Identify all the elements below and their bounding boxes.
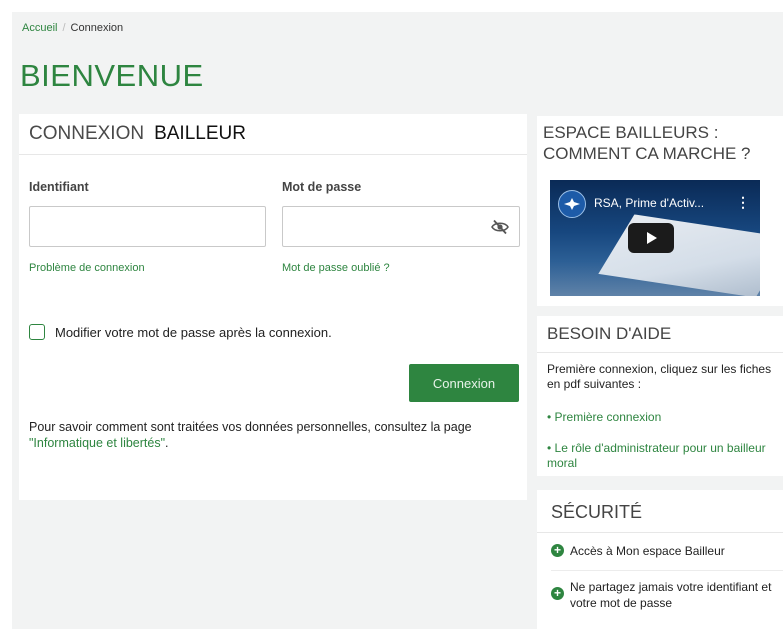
besoin-aide-panel: BESOIN D'AIDE Première connexion, clique… bbox=[537, 316, 783, 476]
modifier-mot-de-passe-checkbox[interactable] bbox=[29, 324, 45, 340]
securite-item: + Accès à Mon espace Bailleur bbox=[551, 543, 725, 559]
plus-circle-icon: + bbox=[551, 544, 564, 557]
plus-circle-icon: + bbox=[551, 587, 564, 600]
privacy-text: Pour savoir comment sont traitées vos do… bbox=[29, 420, 472, 434]
securite-title: SÉCURITÉ bbox=[537, 490, 783, 533]
video-title[interactable]: RSA, Prime d'Activ... bbox=[594, 196, 704, 210]
login-card: CONNEXION BAILLEUR Identifiant Problème d… bbox=[19, 114, 527, 500]
mot-de-passe-label: Mot de passe bbox=[282, 180, 362, 194]
privacy-end: . bbox=[165, 436, 169, 450]
probleme-connexion-link[interactable]: Problème de connexion bbox=[29, 262, 145, 274]
page: Accueil / Connexion BIENVENUE CONNEXION BAI… bbox=[12, 12, 783, 629]
securite-divider bbox=[551, 570, 783, 571]
identifiant-input[interactable] bbox=[30, 207, 265, 246]
login-title-bailleur: BAILLEUR bbox=[154, 123, 246, 144]
securite-item: + Ne partagez jamais votre identifiant e… bbox=[551, 579, 779, 611]
login-card-header: CONNEXION BAILLEUR bbox=[19, 114, 527, 155]
identifiant-field-wrapper bbox=[29, 206, 266, 247]
breadcrumb: Accueil / Connexion bbox=[22, 22, 123, 34]
securite-panel: SÉCURITÉ + Accès à Mon espace Bailleur +… bbox=[537, 490, 783, 629]
role-administrateur-link[interactable]: • Le rôle d'administrateur pour un baill… bbox=[547, 441, 775, 471]
espace-title-line2: COMMENT CA MARCHE ? bbox=[543, 144, 751, 163]
informatique-libertes-link[interactable]: "Informatique et libertés" bbox=[29, 436, 165, 450]
breadcrumb-current: Connexion bbox=[70, 22, 124, 34]
espace-title-line1: ESPACE BAILLEURS : bbox=[543, 123, 719, 142]
page-title: BIENVENUE bbox=[20, 58, 204, 93]
premiere-connexion-link[interactable]: • Première connexion bbox=[547, 410, 775, 425]
connexion-button[interactable]: Connexion bbox=[409, 364, 519, 402]
espace-bailleurs-title: ESPACE BAILLEURS : COMMENT CA MARCHE ? bbox=[543, 122, 751, 164]
modifier-mot-de-passe-label: Modifier votre mot de passe après la con… bbox=[55, 324, 332, 340]
privacy-notice: Pour savoir comment sont traitées vos do… bbox=[29, 419, 519, 451]
video-menu-icon[interactable]: ⋮ bbox=[736, 194, 750, 211]
securite-item-text: Accès à Mon espace Bailleur bbox=[570, 544, 725, 558]
securite-item-text: Ne partagez jamais votre identifiant et … bbox=[570, 580, 772, 610]
mot-de-passe-input[interactable] bbox=[283, 207, 519, 246]
espace-bailleurs-panel: ESPACE BAILLEURS : COMMENT CA MARCHE ? R… bbox=[537, 116, 783, 306]
besoin-aide-intro: Première connexion, cliquez sur les fich… bbox=[547, 362, 772, 391]
breadcrumb-separator: / bbox=[62, 22, 66, 34]
video-thumbnail-laptop bbox=[598, 214, 760, 296]
login-title-connexion: CONNEXION bbox=[29, 123, 145, 144]
identifiant-label: Identifiant bbox=[29, 180, 89, 194]
video-player[interactable]: RSA, Prime d'Activ... ⋮ bbox=[550, 180, 760, 296]
mot-de-passe-oublie-link[interactable]: Mot de passe oublié ? bbox=[282, 262, 390, 274]
mot-de-passe-field-wrapper bbox=[282, 206, 520, 247]
play-icon[interactable] bbox=[628, 223, 674, 253]
eye-slash-icon[interactable] bbox=[491, 219, 509, 235]
besoin-aide-title: BESOIN D'AIDE bbox=[537, 316, 783, 353]
modifier-mot-de-passe-option[interactable]: Modifier votre mot de passe après la con… bbox=[29, 324, 332, 340]
channel-logo-icon bbox=[558, 190, 586, 218]
breadcrumb-home-link[interactable]: Accueil bbox=[22, 22, 57, 34]
